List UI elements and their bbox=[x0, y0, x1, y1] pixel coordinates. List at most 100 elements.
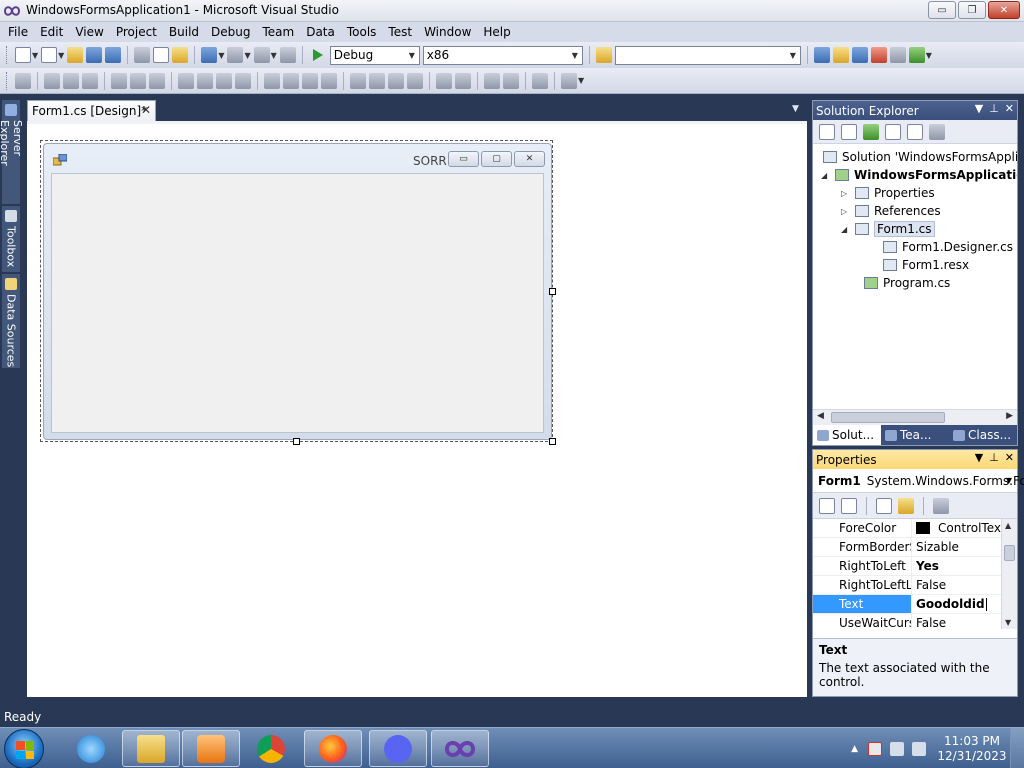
form-minimize-button[interactable]: ▭ bbox=[448, 151, 479, 167]
bring-to-front-icon[interactable] bbox=[484, 72, 500, 89]
open-file-icon[interactable] bbox=[67, 47, 84, 63]
property-value-input[interactable]: Goodoldid bbox=[916, 597, 985, 611]
tab-team-explorer[interactable]: Tea... bbox=[881, 425, 949, 445]
taskbar-firefox[interactable] bbox=[304, 730, 362, 767]
make-same-height-icon[interactable] bbox=[216, 72, 232, 89]
toolbar-grip[interactable] bbox=[6, 71, 9, 90]
menu-team[interactable]: Team bbox=[256, 22, 300, 42]
form-maximize-button[interactable]: ▢ bbox=[481, 151, 512, 167]
collapse-arrow-icon[interactable]: ◢ bbox=[821, 171, 835, 180]
close-tab-icon[interactable]: ✕ bbox=[141, 103, 151, 117]
properties-window-icon[interactable] bbox=[832, 47, 849, 63]
view-code-icon[interactable] bbox=[885, 123, 901, 140]
property-row-formborderstyle[interactable]: FormBorderSt Sizable bbox=[813, 538, 1001, 557]
show-desktop-button[interactable] bbox=[1010, 728, 1024, 768]
property-pages-icon[interactable] bbox=[933, 497, 949, 514]
vertical-spacing-equal-icon[interactable] bbox=[350, 72, 366, 89]
solution-configuration-select[interactable]: Debug ▼ bbox=[329, 45, 420, 65]
taskbar-internet-explorer[interactable] bbox=[62, 730, 120, 767]
taskbar-discord[interactable] bbox=[369, 730, 427, 767]
expand-arrow-icon[interactable]: ▷ bbox=[841, 207, 855, 216]
active-files-dropdown-icon[interactable]: ▼ bbox=[792, 104, 799, 114]
decrease-horizontal-spacing-icon[interactable] bbox=[302, 72, 318, 89]
remove-horizontal-spacing-icon[interactable] bbox=[321, 72, 337, 89]
size-to-grid-icon[interactable] bbox=[197, 72, 213, 89]
scroll-thumb[interactable] bbox=[831, 412, 945, 423]
add-item-icon[interactable] bbox=[41, 47, 58, 63]
align-rights-icon[interactable] bbox=[82, 72, 98, 89]
tree-item-form1-designer-cs[interactable]: Form1.Designer.cs bbox=[883, 238, 1013, 256]
copy-icon[interactable] bbox=[153, 47, 170, 63]
taskbar-chrome[interactable] bbox=[242, 730, 300, 767]
start-button[interactable] bbox=[4, 729, 44, 768]
events-icon[interactable] bbox=[898, 497, 914, 514]
tree-item-program-cs[interactable]: Program.cs bbox=[864, 274, 950, 292]
remove-vertical-spacing-icon[interactable] bbox=[407, 72, 423, 89]
vertical-scrollbar[interactable]: ▲ ▼ bbox=[1001, 519, 1017, 629]
menu-edit[interactable]: Edit bbox=[34, 22, 69, 42]
document-tab-form1-design[interactable]: Form1.cs [Design]* ✕ bbox=[27, 100, 156, 121]
align-centers-icon[interactable] bbox=[63, 72, 79, 89]
auto-hide-pin-icon[interactable]: ⊥ bbox=[989, 451, 999, 464]
taskbar-visual-studio[interactable] bbox=[431, 730, 489, 767]
tree-item-form1-resx[interactable]: Form1.resx bbox=[883, 256, 969, 274]
system-clock[interactable]: 11:03 PM 12/31/2023 bbox=[934, 734, 1010, 764]
toolbox-tab[interactable]: Toolbox bbox=[2, 206, 20, 272]
toolbar-grip[interactable] bbox=[6, 46, 9, 64]
menu-file[interactable]: File bbox=[2, 22, 34, 42]
navigate-backward-icon[interactable] bbox=[253, 47, 270, 63]
horizontal-scrollbar[interactable]: ◀ ▶ bbox=[813, 409, 1017, 425]
object-selector[interactable]: Form1 System.Windows.Forms.Fo ▼ bbox=[813, 469, 1024, 493]
solution-platform-select[interactable]: x86 ▼ bbox=[422, 45, 583, 65]
data-sources-tab[interactable]: Data Sources bbox=[2, 274, 20, 368]
increase-vertical-spacing-icon[interactable] bbox=[369, 72, 385, 89]
properties-icon[interactable] bbox=[819, 123, 835, 140]
make-same-width-icon[interactable] bbox=[178, 72, 194, 89]
horizontal-spacing-equal-icon[interactable] bbox=[264, 72, 280, 89]
scroll-right-icon[interactable]: ▶ bbox=[1006, 411, 1013, 421]
paste-icon[interactable] bbox=[172, 47, 189, 63]
properties-view-icon[interactable] bbox=[876, 497, 892, 514]
window-position-icon[interactable]: ▼ bbox=[975, 102, 983, 115]
make-same-size-icon[interactable] bbox=[235, 72, 251, 89]
network-icon[interactable] bbox=[890, 741, 904, 756]
menu-tools[interactable]: Tools bbox=[341, 22, 383, 42]
save-all-icon[interactable] bbox=[105, 47, 122, 63]
menu-view[interactable]: View bbox=[69, 22, 109, 42]
send-to-back-icon[interactable] bbox=[503, 72, 519, 89]
solution-explorer-icon[interactable] bbox=[813, 47, 830, 63]
chevron-down-icon[interactable]: ▼ bbox=[244, 51, 250, 60]
view-designer-icon[interactable] bbox=[907, 123, 923, 140]
tree-item-solution[interactable]: Solution 'WindowsFormsApplica bbox=[823, 148, 1017, 166]
action-center-icon[interactable] bbox=[868, 741, 882, 756]
window-position-icon[interactable]: ▼ bbox=[975, 451, 983, 464]
show-all-files-icon[interactable] bbox=[841, 123, 857, 140]
property-row-forecolor[interactable]: ForeColor ControlTex bbox=[813, 519, 1001, 538]
menu-data[interactable]: Data bbox=[300, 22, 341, 42]
maximize-button[interactable]: ❐ bbox=[958, 1, 986, 19]
menu-help[interactable]: Help bbox=[477, 22, 516, 42]
refresh-icon[interactable] bbox=[863, 123, 879, 140]
taskbar-file-explorer[interactable] bbox=[122, 730, 180, 767]
align-to-grid-icon[interactable] bbox=[15, 72, 31, 89]
scroll-thumb[interactable] bbox=[1004, 545, 1015, 561]
categorized-icon[interactable] bbox=[819, 497, 835, 514]
server-explorer-tab[interactable]: Server Explorer bbox=[0, 100, 24, 204]
menu-test[interactable]: Test bbox=[382, 22, 418, 42]
alphabetical-icon[interactable] bbox=[841, 497, 857, 514]
expand-arrow-icon[interactable]: ▷ bbox=[841, 189, 855, 198]
resize-handle-bottom-right[interactable] bbox=[549, 438, 556, 445]
close-panel-icon[interactable]: ✕ bbox=[1005, 102, 1014, 115]
property-row-righttoleft[interactable]: RightToLeft Yes bbox=[813, 557, 1001, 576]
center-horizontally-icon[interactable] bbox=[436, 72, 452, 89]
object-browser-icon[interactable] bbox=[851, 47, 868, 63]
tree-item-properties[interactable]: ▷ Properties bbox=[841, 184, 935, 202]
collapse-arrow-icon[interactable]: ◢ bbox=[841, 225, 855, 234]
form-client-area[interactable] bbox=[51, 173, 544, 433]
menu-window[interactable]: Window bbox=[418, 22, 477, 42]
undo-icon[interactable] bbox=[201, 47, 218, 63]
scroll-left-icon[interactable]: ◀ bbox=[817, 411, 824, 421]
navigate-forward-icon[interactable] bbox=[279, 47, 296, 63]
tools-icon[interactable] bbox=[889, 47, 906, 63]
increase-horizontal-spacing-icon[interactable] bbox=[283, 72, 299, 89]
